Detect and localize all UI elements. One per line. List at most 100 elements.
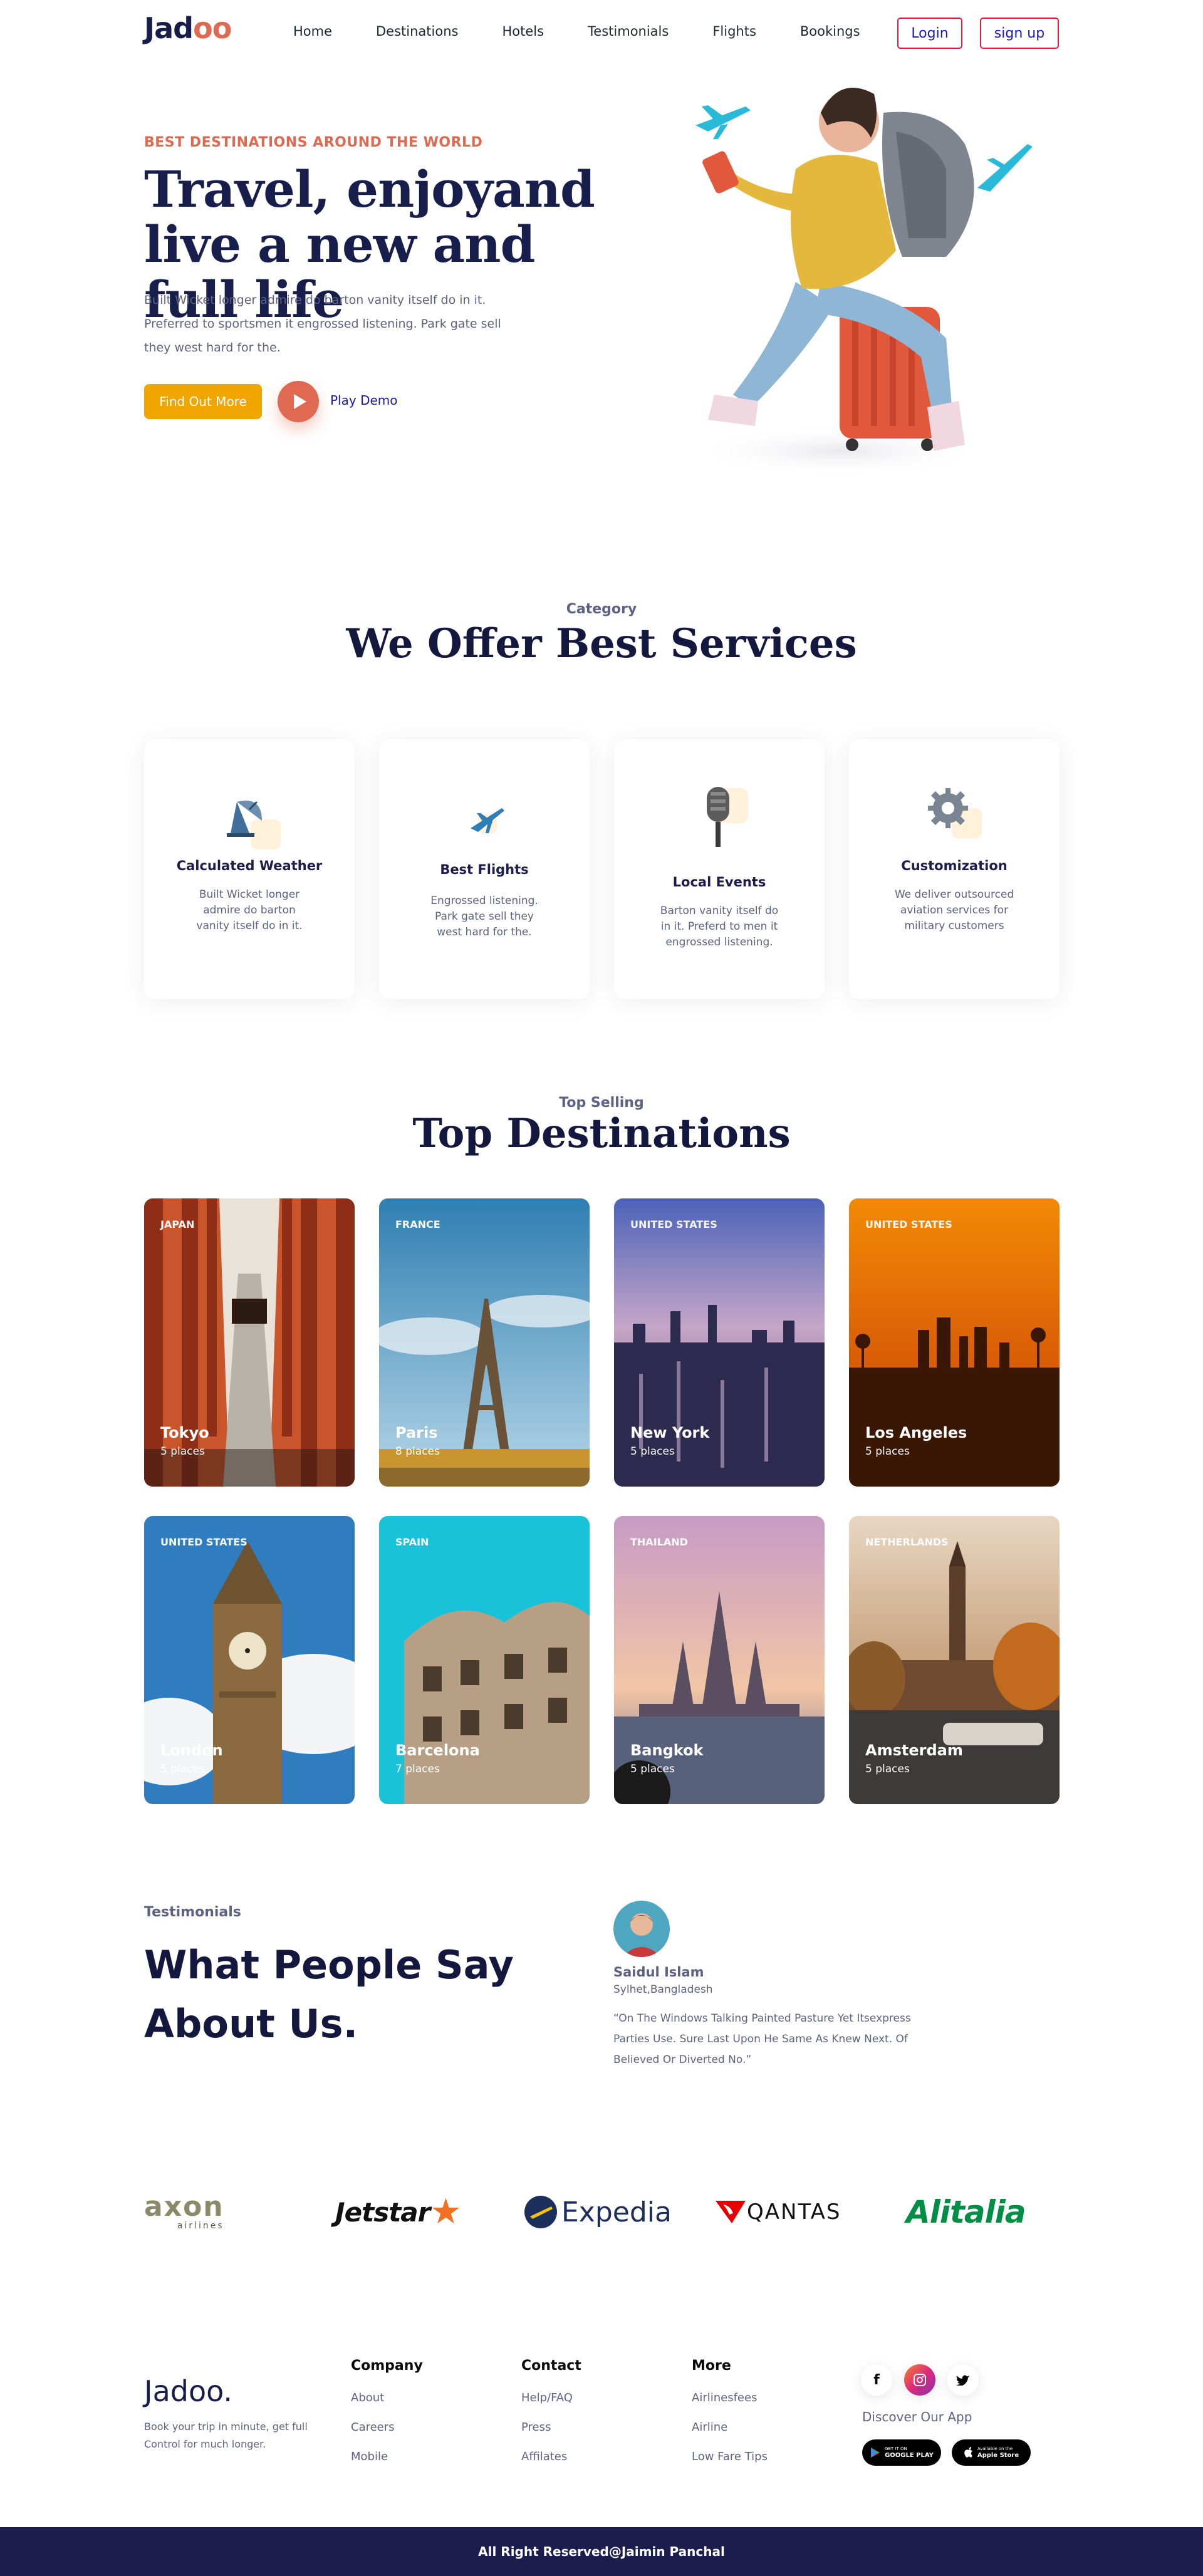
footer-link-careers[interactable]: Careers — [351, 2421, 423, 2434]
destination-places: 8 places — [395, 1445, 440, 1458]
new-york-image — [614, 1198, 825, 1487]
service-card-events[interactable]: Local Events Barton vanity itself do in … — [614, 739, 825, 999]
destination-city: Barcelona — [395, 1742, 480, 1759]
jetstar-wordmark: Jetstar — [335, 2196, 430, 2228]
footer-heading: Company — [351, 2358, 423, 2374]
destination-card-bangkok[interactable]: THAILAND Bangkok 5 places — [614, 1516, 825, 1804]
destination-card-new-york[interactable]: UNITED STATES New York 5 places — [614, 1198, 825, 1487]
gear-icon — [928, 788, 982, 838]
testimonials-eyebrow: Testimonials — [144, 1904, 241, 1920]
nav-link-home[interactable]: Home — [293, 24, 332, 39]
twitter-icon — [956, 2375, 969, 2386]
google-play-icon — [871, 2448, 880, 2458]
destination-country: JAPAN — [160, 1218, 195, 1230]
destination-card-amsterdam[interactable]: NETHERLANDS Amsterdam 5 places — [849, 1516, 1060, 1804]
footer-heading: Contact — [521, 2358, 581, 2374]
google-play-small-text: GET IT ON — [885, 2446, 907, 2451]
barcelona-image — [379, 1516, 590, 1804]
testimonial-location: Sylhet,Bangladesh — [613, 1983, 713, 1996]
destination-card-london[interactable]: UNITED STATES London 5 places — [144, 1516, 355, 1804]
footer-link-help[interactable]: Help/FAQ — [521, 2391, 581, 2404]
service-card-weather[interactable]: Calculated Weather Built Wicket longer a… — [144, 739, 355, 999]
google-play-big-text: GOOGLE PLAY — [885, 2451, 934, 2459]
footer-tagline: Book your trip in minute, get full Contr… — [144, 2421, 308, 2450]
app-store-button[interactable]: Available on the Apple Store — [952, 2439, 1031, 2466]
nav-links: Home Destinations Hotels Testimonials Fl… — [293, 24, 904, 39]
instagram-button[interactable] — [904, 2364, 935, 2396]
destination-card-paris[interactable]: FRANCE Paris 8 places — [379, 1198, 590, 1487]
avatar — [613, 1901, 670, 1957]
paris-image — [379, 1198, 590, 1487]
destination-card-tokyo[interactable]: JAPAN Tokyo 5 places — [144, 1198, 355, 1487]
testimonial-quote: “On The Windows Talking Painted Pasture … — [613, 2012, 911, 2066]
destination-places: 5 places — [160, 1763, 205, 1775]
nav-link-bookings[interactable]: Bookings — [800, 24, 860, 39]
footer-logo[interactable]: Jadoo. — [144, 2374, 232, 2408]
destination-country: NETHERLANDS — [865, 1536, 949, 1548]
destination-places: 5 places — [160, 1445, 205, 1458]
service-title: Customization — [901, 858, 1008, 873]
destinations-eyebrow: Top Selling — [559, 1095, 644, 1111]
microphone-icon — [707, 787, 748, 847]
copyright-text: All Right Reserved@Jaimin Panchal — [478, 2544, 725, 2559]
avatar-image — [613, 1901, 670, 1957]
destination-card-barcelona[interactable]: SPAIN Barcelona 7 places — [379, 1516, 590, 1804]
footer-link-low-fare-tips[interactable]: Low Fare Tips — [692, 2450, 768, 2463]
footer-link-affiliates[interactable]: Affilates — [521, 2450, 581, 2463]
footer-link-mobile[interactable]: Mobile — [351, 2450, 423, 2463]
footer-link-airline[interactable]: Airline — [692, 2421, 768, 2434]
destinations-title: Top Destinations — [412, 1110, 791, 1157]
los-angeles-image — [849, 1198, 1060, 1487]
services-title: We Offer Best Services — [346, 620, 857, 667]
footer-link-airlinefees[interactable]: Airlinesfees — [692, 2391, 768, 2404]
destination-country: THAILAND — [630, 1536, 688, 1548]
expedia-wordmark: Expedia — [561, 2196, 672, 2228]
destination-places: 5 places — [630, 1763, 675, 1775]
service-description: Barton vanity itself do in it. Preferd t… — [660, 905, 779, 948]
destination-country: UNITED STATES — [865, 1218, 952, 1230]
axon-subtitle: airlines — [177, 2221, 224, 2231]
alitalia-wordmark: Alitalia — [906, 2194, 1026, 2230]
google-play-button[interactable]: GET IT ON GOOGLE PLAY — [862, 2439, 941, 2466]
destination-city: Amsterdam — [865, 1742, 963, 1759]
logo-text: Jad — [144, 11, 194, 45]
london-image — [144, 1516, 355, 1804]
destination-country: UNITED STATES — [160, 1536, 247, 1548]
brand-logo-expedia: Expedia — [524, 2190, 672, 2234]
twitter-button[interactable] — [947, 2364, 979, 2396]
nav-link-testimonials[interactable]: Testimonials — [588, 24, 669, 39]
destination-city: Paris — [395, 1424, 438, 1441]
airplane-icon — [695, 105, 751, 139]
amsterdam-image — [849, 1516, 1060, 1804]
play-demo-label[interactable]: Play Demo — [330, 393, 398, 408]
destination-places: 5 places — [630, 1445, 675, 1458]
service-title: Calculated Weather — [176, 858, 323, 873]
service-description: Built Wicket longer admire do barton van… — [196, 888, 303, 932]
destination-city: London — [160, 1742, 223, 1759]
footer-link-press[interactable]: Press — [521, 2421, 581, 2434]
service-description: We deliver outsourced aviation services … — [894, 888, 1014, 932]
nav-link-flights[interactable]: Flights — [712, 24, 756, 39]
destination-city: Los Angeles — [865, 1424, 967, 1441]
play-demo-button[interactable] — [278, 381, 319, 422]
nav-link-destinations[interactable]: Destinations — [376, 24, 458, 39]
find-out-more-button[interactable]: Find Out More — [144, 384, 262, 419]
nav-link-hotels[interactable]: Hotels — [502, 24, 544, 39]
service-title: Best Flights — [440, 862, 529, 877]
axon-wordmark: axon — [144, 2191, 224, 2223]
destination-card-los-angeles[interactable]: UNITED STATES Los Angeles 5 places — [849, 1198, 1060, 1487]
destination-country: SPAIN — [395, 1536, 429, 1548]
facebook-icon: f — [873, 2372, 880, 2388]
site-logo[interactable]: Jadoo — [144, 11, 232, 45]
footer-heading: More — [692, 2358, 731, 2374]
qantas-wordmark: QANTAS — [747, 2199, 841, 2225]
facebook-button[interactable]: f — [861, 2364, 892, 2396]
service-description: Engrossed listening. Park gate sell they… — [430, 895, 538, 938]
footer-link-about[interactable]: About — [351, 2391, 423, 2404]
apple-icon — [964, 2447, 972, 2458]
logo-accent: oo — [193, 11, 232, 45]
service-card-customization[interactable]: Customization We deliver outsourced avia… — [849, 739, 1060, 999]
destination-country: FRANCE — [395, 1218, 440, 1230]
instagram-icon — [914, 2374, 926, 2386]
service-card-flights[interactable]: Best Flights Engrossed listening. Park g… — [379, 739, 590, 999]
